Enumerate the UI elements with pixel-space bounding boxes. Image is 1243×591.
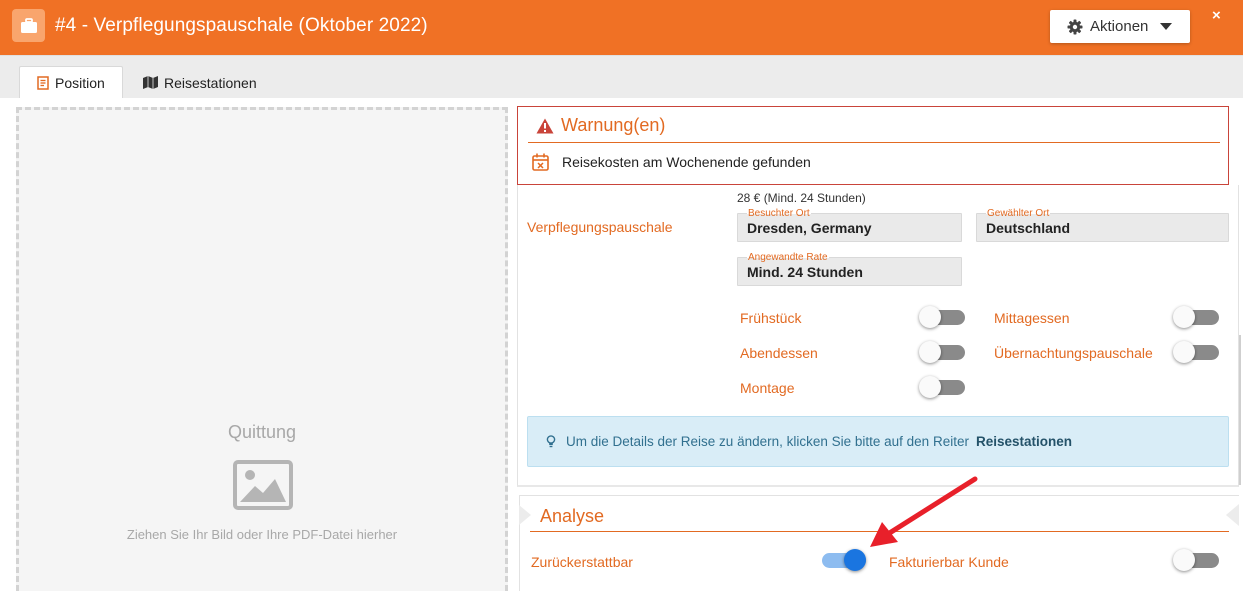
gewaehlter-ort-label: Gewählter Ort xyxy=(986,208,1051,219)
tab-bar: Position Reisestationen xyxy=(0,55,1243,99)
map-icon xyxy=(143,76,158,89)
mittagessen-toggle[interactable] xyxy=(1173,306,1219,328)
annotation-arrow-icon xyxy=(862,472,982,557)
calendar-x-icon xyxy=(532,153,549,171)
dropzone-title: Quittung xyxy=(227,422,297,442)
dropzone-hint: Ziehen Sie Ihr Bild oder Ihre PDF-Datei … xyxy=(126,527,398,542)
caret-down-icon xyxy=(1160,22,1173,31)
uebernachtung-toggle[interactable] xyxy=(1173,341,1219,363)
abendessen-toggle[interactable] xyxy=(919,341,965,363)
warning-title: Warnung(en) xyxy=(561,115,666,135)
dialog-header: #4 - Verpflegungspauschale (Oktober 2022… xyxy=(0,0,1243,55)
abendessen-label: Abendessen xyxy=(740,345,818,361)
gewaehlter-ort-value: Deutschland xyxy=(986,220,1071,236)
lightbulb-icon xyxy=(546,435,556,448)
tab-reisestationen[interactable]: Reisestationen xyxy=(143,66,257,99)
uebernachtung-label: Übernachtungspauschale xyxy=(994,345,1153,361)
fakturierbar-toggle[interactable] xyxy=(1173,549,1219,571)
close-button[interactable]: × xyxy=(1212,7,1221,24)
zurueckerstattbar-toggle[interactable] xyxy=(820,549,866,571)
fruehstueck-toggle[interactable] xyxy=(919,306,965,328)
fruehstueck-label: Frühstück xyxy=(740,310,802,326)
angewandte-rate-field[interactable]: Angewandte Rate Mind. 24 Stunden xyxy=(737,252,962,286)
zurueckerstattbar-label: Zurückerstattbar xyxy=(531,554,633,570)
actions-label: Aktionen xyxy=(1090,18,1149,35)
analyse-title: Analyse xyxy=(540,506,605,526)
warning-triangle-icon xyxy=(536,118,554,134)
scrollbar[interactable] xyxy=(1239,335,1241,485)
gewaehlter-ort-field[interactable]: Gewählter Ort Deutschland xyxy=(976,208,1229,242)
info-box: Um die Details der Reise zu ändern, klic… xyxy=(527,416,1229,467)
dialog-title: #4 - Verpflegungspauschale (Oktober 2022… xyxy=(55,15,428,36)
reisestationen-link[interactable]: Reisestationen xyxy=(976,434,1072,449)
receipt-icon xyxy=(37,76,49,90)
tab-reisestationen-label: Reisestationen xyxy=(164,74,257,91)
mittagessen-label: Mittagessen xyxy=(994,310,1070,326)
besuchter-ort-label: Besuchter Ort xyxy=(747,208,811,219)
receipt-dropzone[interactable]: Quittung Ziehen Sie Ihr Bild oder Ihre P… xyxy=(16,107,508,591)
tab-position[interactable]: Position xyxy=(19,66,123,99)
angewandte-rate-label: Angewandte Rate xyxy=(747,252,829,263)
image-icon xyxy=(233,460,293,515)
gear-icon xyxy=(1067,19,1083,35)
rate-note: 28 € (Mind. 24 Stunden) xyxy=(737,191,866,205)
warning-item-text: Reisekosten am Wochenende gefunden xyxy=(562,154,811,170)
verpflegung-label: Verpflegungspauschale xyxy=(527,219,673,235)
tab-position-label: Position xyxy=(55,75,105,91)
actions-dropdown-button[interactable]: Aktionen xyxy=(1050,10,1190,43)
analyse-chevron-left-icon xyxy=(519,505,531,525)
briefcase-icon xyxy=(12,9,45,42)
warning-divider xyxy=(528,142,1220,143)
besuchter-ort-field[interactable]: Besuchter Ort Dresden, Germany xyxy=(737,208,962,242)
analyse-chevron-right-icon xyxy=(1226,504,1239,526)
warning-box: Warnung(en) Reisekosten am Wochenende ge… xyxy=(517,106,1229,185)
besuchter-ort-value: Dresden, Germany xyxy=(747,220,872,236)
warning-item: Reisekosten am Wochenende gefunden xyxy=(532,153,811,171)
montage-label: Montage xyxy=(740,380,795,396)
montage-toggle[interactable] xyxy=(919,376,965,398)
angewandte-rate-value: Mind. 24 Stunden xyxy=(747,264,863,280)
info-text: Um die Details der Reise zu ändern, klic… xyxy=(566,434,969,449)
